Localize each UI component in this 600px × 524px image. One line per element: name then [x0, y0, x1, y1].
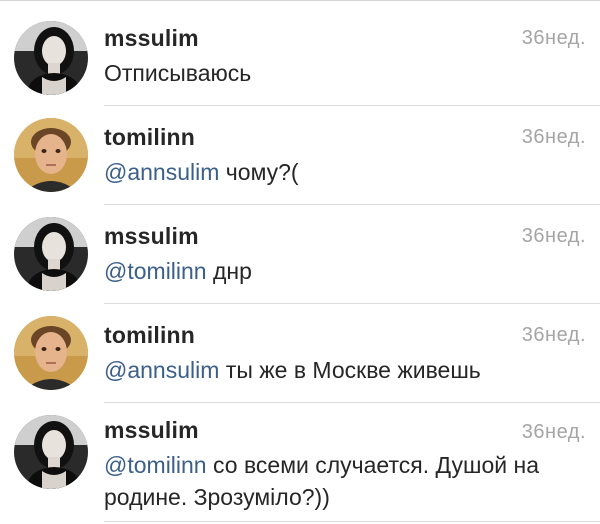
man-portrait-avatar [14, 316, 88, 390]
avatar-mssulim[interactable] [14, 21, 88, 95]
comment-item: tomilinn 36нед. @annsulim ты же в Москве… [0, 304, 600, 403]
avatar-tomilinn[interactable] [14, 118, 88, 192]
comment-username[interactable]: mssulim [104, 223, 199, 250]
comment-item: mssulim 36нед. Отписываюсь [0, 1, 600, 106]
comments-list: mssulim 36нед. Отписываюсь tomilinn 36не… [0, 0, 600, 524]
comment-timestamp: 36нед. [521, 324, 586, 346]
mention-link[interactable]: @annsulim [104, 357, 219, 383]
divider [104, 521, 600, 522]
comment-body: чому?( [219, 159, 299, 185]
comment-timestamp: 36нед. [521, 27, 586, 49]
comment-username[interactable]: tomilinn [104, 124, 195, 151]
comment-item: mssulim 36нед. @tomilinn днр [0, 205, 600, 304]
comment-username[interactable]: tomilinn [104, 322, 195, 349]
comment-timestamp: 36нед. [521, 225, 586, 247]
comment-text: @tomilinn днр [104, 255, 584, 287]
comment-timestamp: 36нед. [521, 421, 586, 443]
comment-item: mssulim 36нед. @tomilinn со всеми случае… [0, 403, 600, 524]
comment-text: Отписываюсь [104, 57, 584, 89]
woman-portrait-avatar [14, 415, 88, 489]
avatar-tomilinn[interactable] [14, 316, 88, 390]
comment-username[interactable]: mssulim [104, 417, 199, 444]
avatar-mssulim[interactable] [14, 415, 88, 489]
woman-portrait-avatar [14, 21, 88, 95]
avatar-mssulim[interactable] [14, 217, 88, 291]
comment-timestamp: 36нед. [521, 126, 586, 148]
comment-text: @annsulim ты же в Москве живешь [104, 354, 584, 386]
comment-username[interactable]: mssulim [104, 25, 199, 52]
mention-link[interactable]: @tomilinn [104, 258, 207, 284]
comment-body: Отписываюсь [104, 60, 252, 86]
comment-text: @annsulim чому?( [104, 156, 584, 188]
comment-body: днр [206, 258, 252, 284]
mention-link[interactable]: @tomilinn [104, 452, 207, 478]
mention-link[interactable]: @annsulim [104, 159, 219, 185]
comment-body: ты же в Москве живешь [219, 357, 481, 383]
woman-portrait-avatar [14, 217, 88, 291]
man-portrait-avatar [14, 118, 88, 192]
comment-text: @tomilinn со всеми случается. Душой на р… [104, 449, 584, 513]
comment-item: tomilinn 36нед. @annsulim чому?( [0, 106, 600, 205]
